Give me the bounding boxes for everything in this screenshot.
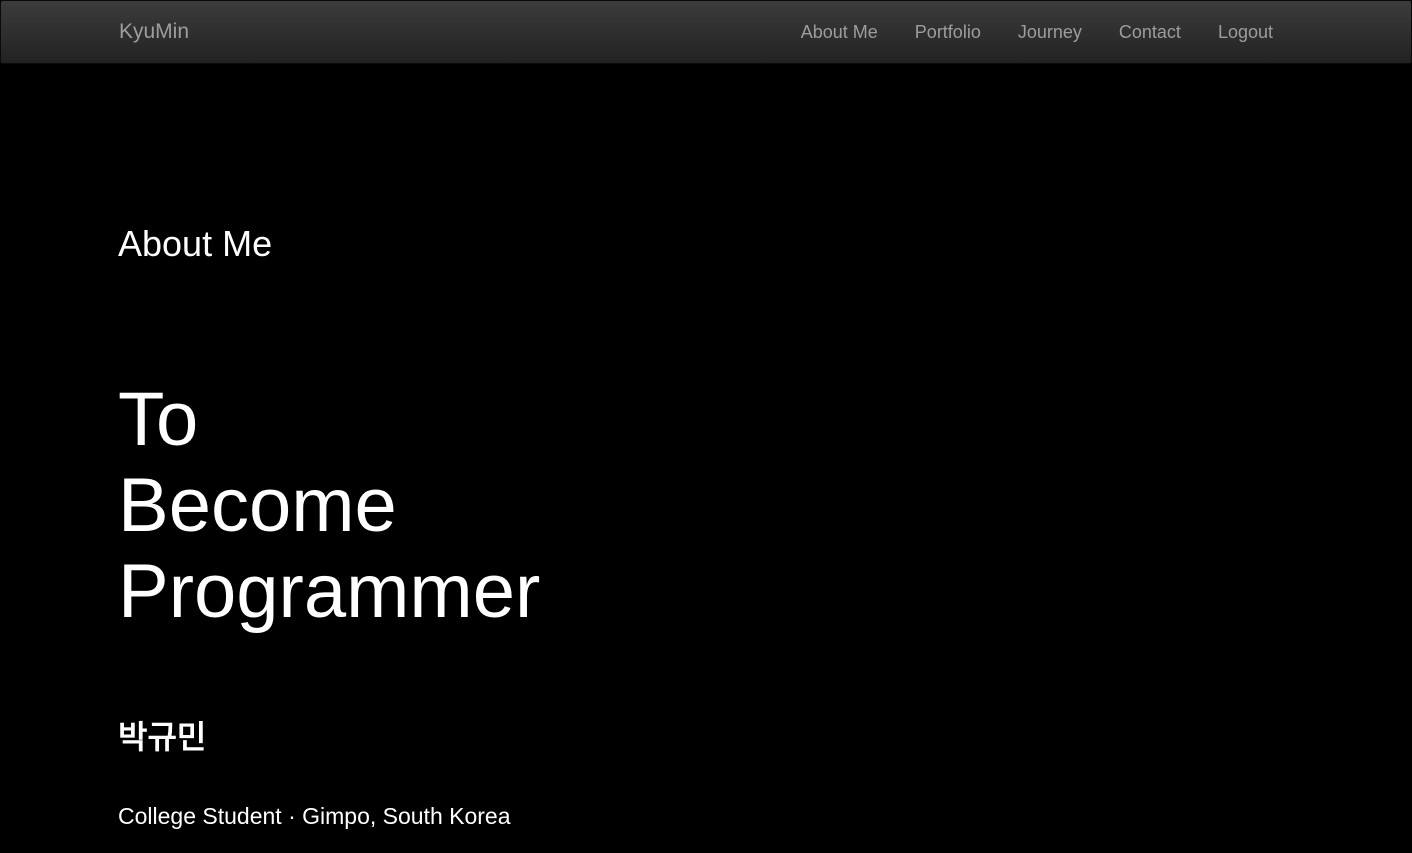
headline-line-1: To xyxy=(118,377,199,462)
headline-line-3: Programmer xyxy=(118,549,541,634)
brand-link[interactable]: KyuMin xyxy=(119,1,189,63)
nav-link-contact[interactable]: Contact xyxy=(1100,1,1199,63)
headline-line-2: Become xyxy=(118,463,397,548)
nav-item-journey: Journey xyxy=(999,1,1100,63)
nav-link-portfolio[interactable]: Portfolio xyxy=(896,1,999,63)
nav-item-logout: Logout xyxy=(1199,1,1293,63)
nav-item-contact: Contact xyxy=(1100,1,1199,63)
nav-item-portfolio: Portfolio xyxy=(896,1,999,63)
nav-link-about-me[interactable]: About Me xyxy=(782,1,896,63)
headline: To Become Programmer xyxy=(118,377,540,635)
top-navbar: KyuMin About Me Portfolio Journey Contac… xyxy=(0,0,1412,64)
nav-link-logout[interactable]: Logout xyxy=(1199,1,1293,63)
nav-menu: About Me Portfolio Journey Contact Logou… xyxy=(782,1,1293,63)
person-name: 박규민 xyxy=(118,718,207,756)
section-title: About Me xyxy=(118,223,273,264)
nav-item-about-me: About Me xyxy=(782,1,896,63)
nav-link-journey[interactable]: Journey xyxy=(999,1,1100,63)
person-subtitle: College Student · Gimpo, South Korea xyxy=(118,803,511,829)
